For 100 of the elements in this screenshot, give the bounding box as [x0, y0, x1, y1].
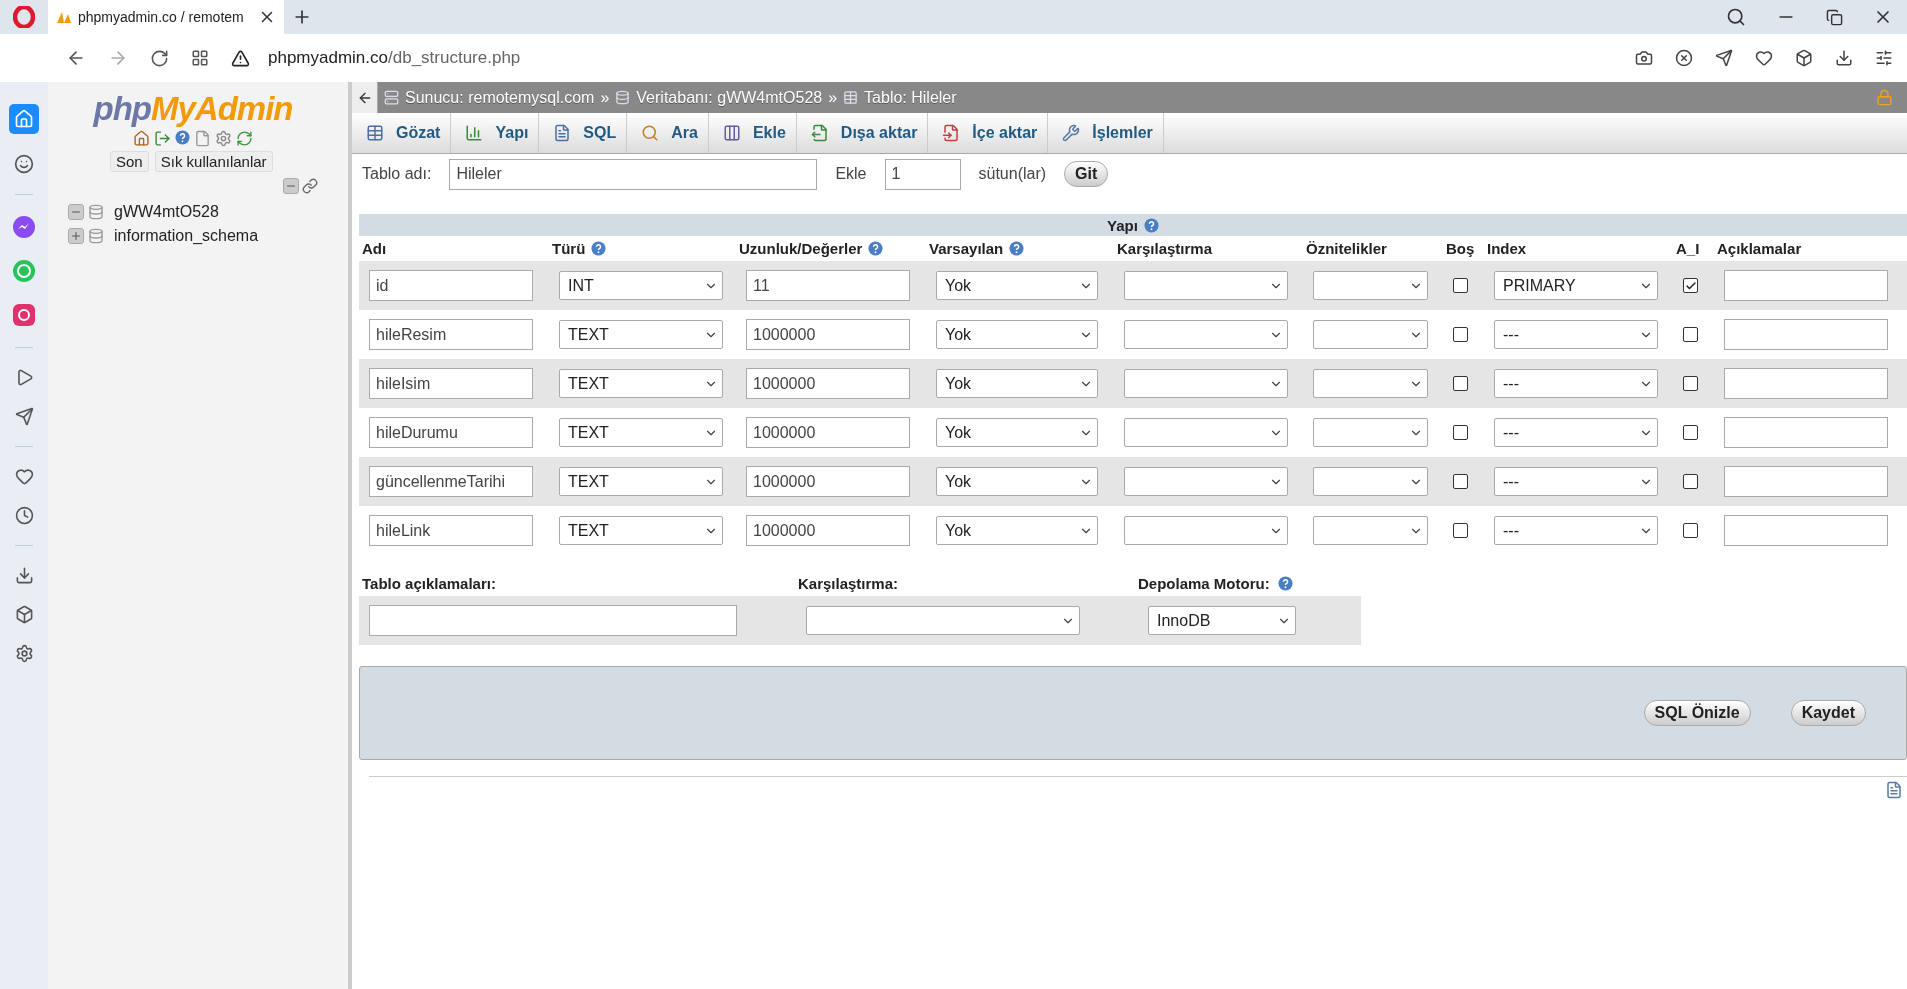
home-icon[interactable]	[9, 104, 39, 134]
column-count-field[interactable]: 1	[884, 158, 961, 190]
length-field[interactable]: 1000000	[746, 417, 910, 448]
auto-increment-checkbox[interactable]	[1683, 327, 1698, 342]
help-icon[interactable]	[591, 241, 607, 256]
back-button[interactable]	[352, 82, 378, 113]
auto-increment-checkbox[interactable]	[1683, 376, 1698, 391]
reload-icon[interactable]	[150, 48, 169, 68]
home-icon[interactable]	[133, 130, 150, 147]
attributes-select[interactable]	[1313, 369, 1428, 398]
tab[interactable]: İşlemler	[1048, 113, 1164, 153]
default-select[interactable]: Yok	[936, 320, 1098, 349]
database-link[interactable]: gWW4mtO528	[114, 203, 219, 221]
type-select[interactable]: TEXT	[559, 369, 723, 398]
comment-field[interactable]	[1724, 466, 1888, 497]
database-link[interactable]: information_schema	[114, 227, 259, 245]
comment-field[interactable]	[1724, 417, 1888, 448]
type-select[interactable]: TEXT	[559, 516, 723, 545]
auto-increment-checkbox[interactable]	[1683, 523, 1698, 538]
console-icon[interactable]	[1885, 781, 1903, 799]
index-select[interactable]: ---	[1494, 320, 1658, 349]
collation-select[interactable]	[806, 606, 1080, 635]
default-select[interactable]: Yok	[936, 418, 1098, 447]
reload-icon[interactable]	[236, 130, 253, 147]
column-name-field[interactable]: hileLink	[369, 515, 533, 546]
whatsapp-icon[interactable]	[12, 259, 36, 283]
help-icon[interactable]	[1009, 241, 1025, 256]
breadcrumb-link[interactable]: Tablo: Hileler	[864, 88, 957, 107]
logo[interactable]: phpMyAdmin	[93, 90, 293, 128]
index-select[interactable]: ---	[1494, 467, 1658, 496]
help-icon[interactable]	[1143, 217, 1159, 233]
breadcrumb-link[interactable]: Sunucu: remotemysql.com	[405, 88, 595, 107]
attributes-select[interactable]	[1313, 418, 1428, 447]
address-field[interactable]: phpmyadmin.co/db_structure.php	[268, 48, 521, 68]
collation-select[interactable]	[1124, 271, 1288, 300]
help-icon[interactable]	[1277, 576, 1293, 591]
index-select[interactable]: ---	[1494, 418, 1658, 447]
type-select[interactable]: TEXT	[559, 467, 723, 496]
engine-select[interactable]: InnoDB	[1148, 606, 1296, 635]
action-button[interactable]: Kaydet	[1790, 700, 1866, 726]
index-select[interactable]: PRIMARY	[1494, 271, 1658, 300]
attributes-select[interactable]	[1313, 467, 1428, 496]
gear-icon[interactable]	[215, 130, 232, 147]
type-select[interactable]: INT	[559, 271, 723, 300]
link-icon[interactable]	[302, 178, 318, 194]
default-select[interactable]: Yok	[936, 271, 1098, 300]
default-select[interactable]: Yok	[936, 369, 1098, 398]
breadcrumb-link[interactable]: Veritabanı: gWW4mtO528	[636, 88, 823, 107]
length-field[interactable]: 1000000	[746, 466, 910, 497]
send-icon[interactable]	[14, 407, 34, 426]
auto-increment-checkbox[interactable]	[1683, 425, 1698, 440]
column-name-field[interactable]: id	[369, 270, 533, 301]
comment-field[interactable]	[1724, 368, 1888, 399]
instagram-icon[interactable]	[12, 303, 36, 327]
cube-icon[interactable]	[1795, 49, 1813, 67]
messenger-icon[interactable]	[12, 215, 36, 239]
tab[interactable]: Ekle	[708, 113, 797, 153]
column-name-field[interactable]: hileDurumu	[369, 417, 533, 448]
auto-increment-checkbox[interactable]	[1683, 474, 1698, 489]
collation-select[interactable]	[1124, 467, 1288, 496]
null-checkbox[interactable]	[1453, 523, 1468, 538]
collation-select[interactable]	[1124, 369, 1288, 398]
help-icon[interactable]	[868, 241, 884, 256]
length-field[interactable]: 1000000	[746, 515, 910, 546]
search-icon[interactable]	[1726, 7, 1746, 27]
null-checkbox[interactable]	[1453, 327, 1468, 342]
action-button[interactable]: SQL Önizle	[1643, 700, 1751, 726]
column-name-field[interactable]: hileIsim	[369, 368, 533, 399]
type-select[interactable]: TEXT	[559, 320, 723, 349]
length-field[interactable]: 1000000	[746, 368, 910, 399]
grid-icon[interactable]	[191, 49, 209, 67]
null-checkbox[interactable]	[1453, 376, 1468, 391]
collation-select[interactable]	[1124, 418, 1288, 447]
tab[interactable]: SQL	[539, 113, 628, 153]
download-icon[interactable]	[1835, 49, 1853, 67]
default-select[interactable]: Yok	[936, 467, 1098, 496]
attributes-select[interactable]	[1313, 320, 1428, 349]
comment-field[interactable]	[1724, 515, 1888, 546]
type-select[interactable]: TEXT	[559, 418, 723, 447]
blocker-icon[interactable]	[1675, 49, 1693, 67]
length-field[interactable]: 1000000	[746, 319, 910, 350]
camera-icon[interactable]	[1635, 49, 1653, 67]
tab[interactable]: İçe aktar	[928, 113, 1049, 153]
null-checkbox[interactable]	[1453, 278, 1468, 293]
null-checkbox[interactable]	[1453, 474, 1468, 489]
tab[interactable]: Dışa aktar	[796, 113, 929, 153]
tab[interactable]: Yapı	[451, 113, 540, 153]
nav-button[interactable]: Son	[110, 151, 149, 172]
collation-select[interactable]	[1124, 516, 1288, 545]
default-select[interactable]: Yok	[936, 516, 1098, 545]
attributes-select[interactable]	[1313, 516, 1428, 545]
collation-select[interactable]	[1124, 320, 1288, 349]
table-name-field[interactable]: Hileler	[449, 158, 818, 190]
null-checkbox[interactable]	[1453, 425, 1468, 440]
column-name-field[interactable]: güncellenmeTarihi	[369, 466, 533, 497]
restore-icon[interactable]	[1826, 8, 1843, 26]
exit-icon[interactable]	[154, 130, 171, 147]
auto-increment-checkbox[interactable]	[1683, 278, 1698, 293]
column-name-field[interactable]: hileResim	[369, 319, 533, 350]
browser-logo-icon[interactable]	[13, 6, 35, 28]
